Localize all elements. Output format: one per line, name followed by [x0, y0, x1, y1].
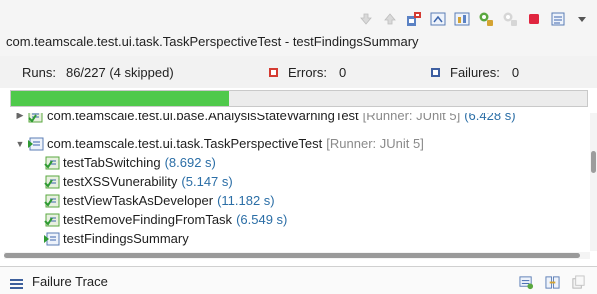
- vertical-scrollbar[interactable]: [590, 113, 597, 251]
- tree-row-test[interactable]: testViewTaskAsDeveloper (11.182 s): [44, 191, 275, 210]
- errors-label: Errors:: [288, 65, 327, 80]
- test-passed-icon: [44, 193, 60, 209]
- test-stats-bar: Runs: 86/227 (4 skipped) Errors: 0 Failu…: [0, 56, 597, 88]
- failure-trace-panel: Failure Trace: [0, 266, 597, 294]
- tree-row-test[interactable]: testTabSwitching (8.692 s): [44, 153, 216, 172]
- test-suite-running-icon: [28, 136, 44, 152]
- tree-row-test-running[interactable]: testFindingsSummary: [44, 229, 189, 248]
- view-title: com.teamscale.test.ui.task.TaskPerspecti…: [6, 34, 419, 49]
- stack-trace-icon: [10, 276, 23, 289]
- view-toolbar: com.teamscale.test.ui.task.TaskPerspecti…: [0, 0, 597, 56]
- rerun-failed-first-icon[interactable]: [501, 10, 519, 28]
- errors-value: 0: [339, 65, 347, 80]
- expand-arrow-icon[interactable]: ▶: [14, 113, 26, 121]
- test-time: (5.147 s): [181, 174, 233, 189]
- tree-row-analysis-state-warning-test[interactable]: ▶ com.teamscale.test.ui.base.AnalysisSta…: [14, 113, 516, 125]
- runner-label: [Runner: JUnit 5]: [326, 136, 424, 151]
- test-passed-icon: [44, 174, 60, 190]
- test-passed-icon: [44, 212, 60, 228]
- runner-label: [Runner: JUnit 5]: [362, 113, 461, 123]
- vertical-scrollbar-thumb[interactable]: [591, 151, 596, 173]
- test-name: testFindingsSummary: [63, 231, 189, 246]
- suite-time: (6.428 s): [464, 113, 516, 123]
- suite-name: com.teamscale.test.ui.task.TaskPerspecti…: [47, 136, 323, 151]
- history-icon[interactable]: [549, 10, 567, 28]
- test-suite-passed-icon: [28, 113, 44, 124]
- runs-stat: Runs: 86/227 (4 skipped): [22, 65, 174, 80]
- test-name: testXSSVunerability: [63, 174, 178, 189]
- toolbar-icons: [357, 8, 591, 30]
- test-name: testTabSwitching: [63, 155, 161, 170]
- failure-trace-toolbar: [517, 273, 587, 291]
- progress-fill: [11, 91, 230, 106]
- compare-results-icon[interactable]: [543, 273, 561, 291]
- runs-value: 86/227 (4 skipped): [65, 65, 174, 80]
- test-passed-icon: [44, 155, 60, 171]
- copy-trace-icon[interactable]: [569, 273, 587, 291]
- test-time: (6.549 s): [236, 212, 288, 227]
- tree-row-task-perspective-test[interactable]: ▼ com.teamscale.test.ui.task.TaskPerspec…: [14, 134, 424, 153]
- horizontal-scrollbar[interactable]: [4, 252, 590, 259]
- scroll-lock-icon[interactable]: [429, 10, 447, 28]
- test-progress-bar: [10, 90, 588, 107]
- test-name: testRemoveFindingFromTask: [63, 212, 233, 227]
- failures-label: Failures:: [450, 65, 500, 80]
- stop-icon[interactable]: [525, 10, 543, 28]
- previous-failure-icon[interactable]: [381, 10, 399, 28]
- view-menu-icon[interactable]: [573, 10, 591, 28]
- show-failures-only-icon[interactable]: [405, 10, 423, 28]
- test-name: testViewTaskAsDeveloper: [63, 193, 214, 208]
- failures-value: 0: [511, 65, 520, 80]
- test-time: (11.182 s): [217, 193, 275, 208]
- failure-trace-label: Failure Trace: [32, 274, 108, 289]
- rerun-icon[interactable]: [477, 10, 495, 28]
- error-icon: [269, 68, 278, 77]
- failure-icon: [431, 68, 440, 77]
- test-running-icon: [44, 231, 60, 247]
- test-tree[interactable]: ▶ com.teamscale.test.ui.base.AnalysisSta…: [0, 113, 590, 251]
- show-skipped-icon[interactable]: [453, 10, 471, 28]
- errors-stat: Errors: 0: [269, 65, 346, 80]
- failures-stat: Failures: 0: [431, 65, 519, 80]
- runs-label: Runs:: [22, 65, 56, 80]
- tree-row-test[interactable]: testXSSVunerability (5.147 s): [44, 172, 233, 191]
- filter-stack-trace-icon[interactable]: [517, 273, 535, 291]
- next-failure-icon[interactable]: [357, 10, 375, 28]
- tree-row-test[interactable]: testRemoveFindingFromTask (6.549 s): [44, 210, 287, 229]
- suite-name: com.teamscale.test.ui.base.AnalysisState…: [47, 113, 359, 123]
- horizontal-scrollbar-thumb[interactable]: [4, 253, 580, 258]
- collapse-arrow-icon[interactable]: ▼: [14, 139, 26, 149]
- test-time: (8.692 s): [164, 155, 216, 170]
